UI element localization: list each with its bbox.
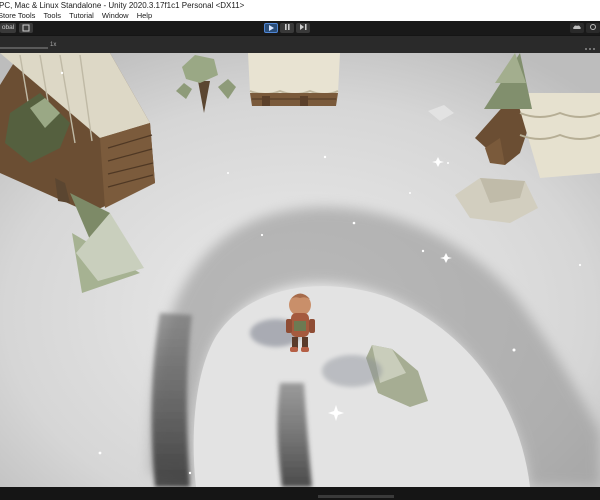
pause-icon [285, 24, 290, 30]
global-toggle-label: obal [1, 24, 15, 31]
pivot-toggle-button[interactable] [19, 23, 33, 33]
global-toggle-button[interactable]: obal [0, 23, 16, 33]
horizontal-scrollbar[interactable] [318, 495, 394, 498]
game-viewport[interactable] [0, 53, 600, 487]
menu-help[interactable]: Help [137, 11, 152, 21]
play-icon [269, 25, 274, 31]
grid-snap-icon [22, 24, 30, 32]
track-left [151, 313, 192, 487]
game-scene [0, 53, 600, 487]
menu-window[interactable]: Window [102, 11, 129, 21]
menu-store-tools[interactable]: Store Tools [0, 11, 35, 21]
game-view-toolbar: 1x [0, 35, 600, 54]
menu-dots-icon [585, 48, 595, 50]
status-bar [0, 487, 600, 500]
collab-button[interactable] [570, 23, 584, 33]
menu-bar: Store Tools Tools Tutorial Window Help [0, 11, 600, 21]
step-icon [300, 24, 307, 30]
game-view-options[interactable] [566, 40, 596, 50]
pause-button[interactable] [280, 23, 294, 33]
cabin-top-center [248, 53, 340, 106]
scale-label: 1x [50, 42, 57, 48]
menu-tutorial[interactable]: Tutorial [69, 11, 94, 21]
step-button[interactable] [296, 23, 310, 33]
scale-slider[interactable] [0, 47, 48, 49]
play-button[interactable] [264, 23, 278, 33]
window-titlebar: PC, Mac & Linux Standalone - Unity 2020.… [0, 0, 600, 11]
menu-tools[interactable]: Tools [43, 11, 61, 21]
rock-shadow [322, 355, 382, 387]
gear-icon [590, 24, 596, 30]
account-button[interactable] [586, 23, 600, 33]
cloud-icon [573, 25, 581, 29]
window-title: PC, Mac & Linux Standalone - Unity 2020.… [0, 1, 245, 10]
toolbar: obal [0, 21, 600, 35]
